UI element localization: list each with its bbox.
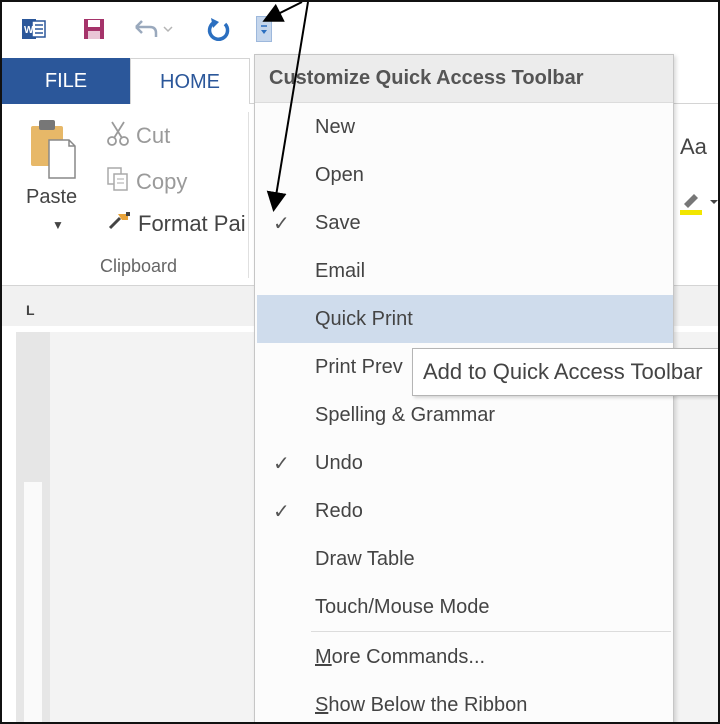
menu-item-more-commands[interactable]: More Commands... <box>255 633 673 681</box>
format-painter-icon <box>106 210 132 238</box>
cut-label: Cut <box>136 123 171 148</box>
tab-file[interactable]: FILE <box>2 58 130 104</box>
menu-item-quick-print[interactable]: Quick Print <box>257 295 673 343</box>
svg-text:W: W <box>24 25 34 36</box>
check-icon: ✓ <box>273 500 290 523</box>
menu-item-draw-table[interactable]: Draw Table <box>255 535 673 583</box>
tab-selector[interactable]: L <box>26 302 35 318</box>
menu-item-touch-mouse-mode[interactable]: Touch/Mouse Mode <box>255 583 673 631</box>
menu-title: Customize Quick Access Toolbar <box>255 55 673 103</box>
format-painter-label: Format Pai <box>138 211 246 236</box>
menu-item-redo[interactable]: ✓ Redo <box>255 487 673 535</box>
undo-icon[interactable] <box>130 16 174 42</box>
menu-item-spelling-grammar[interactable]: Spelling & Grammar <box>255 391 673 439</box>
menu-item-new[interactable]: New <box>255 103 673 151</box>
tab-home[interactable]: HOME <box>130 58 250 105</box>
paste-icon[interactable] <box>24 116 80 185</box>
check-icon: ✓ <box>273 452 290 475</box>
redo-icon[interactable] <box>202 16 236 42</box>
tooltip: Add to Quick Access Toolbar <box>412 348 718 396</box>
highlight-color-icon[interactable] <box>680 186 718 216</box>
save-icon[interactable] <box>80 16 108 42</box>
check-icon: ✓ <box>273 212 290 235</box>
menu-item-save[interactable]: ✓ Save <box>255 199 673 247</box>
copy-label: Copy <box>136 169 188 194</box>
cut-button[interactable]: Cut <box>106 120 170 152</box>
copy-icon <box>106 166 130 198</box>
copy-button[interactable]: Copy <box>106 166 187 198</box>
menu-item-email[interactable]: Email <box>255 247 673 295</box>
paste-button[interactable]: Paste <box>26 186 77 209</box>
menu-separator <box>311 631 671 632</box>
change-case-button[interactable]: Aa <box>680 134 707 160</box>
group-divider <box>248 112 249 278</box>
menu-item-open[interactable]: Open <box>255 151 673 199</box>
clipboard-group-label: Clipboard <box>100 256 178 276</box>
word-icon[interactable]: W <box>22 16 46 42</box>
menu-item-undo[interactable]: ✓ Undo <box>255 439 673 487</box>
app-window: W FILE HOME Paste ▼ Cut Copy Format Pai … <box>0 0 720 724</box>
format-painter-button[interactable]: Format Pai <box>106 210 246 238</box>
quick-access-toolbar: W <box>2 2 718 54</box>
customize-dropdown-icon[interactable] <box>256 16 272 42</box>
menu-item-show-below-ribbon[interactable]: Show Below the Ribbon <box>255 681 673 722</box>
scissors-icon <box>106 120 130 152</box>
vertical-ruler <box>16 332 50 722</box>
paste-dropdown-icon[interactable]: ▼ <box>52 218 64 232</box>
